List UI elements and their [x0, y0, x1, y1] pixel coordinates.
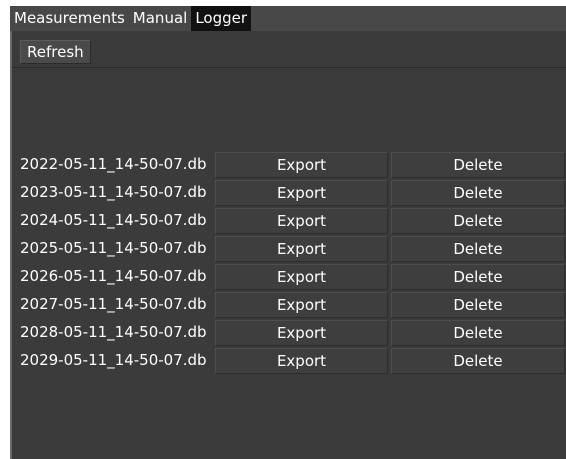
log-file-row: 2028-05-11_14-50-07.db Export Delete [20, 319, 566, 347]
log-file-row: 2024-05-11_14-50-07.db Export Delete [20, 207, 566, 235]
delete-button[interactable]: Delete [391, 236, 565, 262]
log-file-list: 2022-05-11_14-50-07.db Export Delete 202… [20, 151, 566, 375]
log-file-row: 2029-05-11_14-50-07.db Export Delete [20, 347, 566, 375]
log-file-name: 2028-05-11_14-50-07.db [20, 323, 207, 341]
refresh-button[interactable]: Refresh [20, 40, 91, 64]
log-file-name: 2026-05-11_14-50-07.db [20, 267, 207, 285]
log-file-name: 2025-05-11_14-50-07.db [20, 239, 207, 257]
export-button[interactable]: Export [215, 236, 388, 262]
logger-toolbar: Refresh [12, 31, 566, 68]
log-file-row: 2025-05-11_14-50-07.db Export Delete [20, 235, 566, 263]
delete-button[interactable]: Delete [391, 180, 565, 206]
tab-measurements[interactable]: Measurements [10, 6, 129, 31]
export-button[interactable]: Export [215, 264, 388, 290]
logger-panel: Refresh 2022-05-11_14-50-07.db Export De… [10, 31, 566, 459]
log-file-name: 2029-05-11_14-50-07.db [20, 351, 207, 369]
export-button[interactable]: Export [215, 348, 388, 374]
export-button[interactable]: Export [215, 320, 388, 346]
log-file-row: 2022-05-11_14-50-07.db Export Delete [20, 151, 566, 179]
delete-button[interactable]: Delete [391, 292, 565, 318]
log-file-name: 2022-05-11_14-50-07.db [20, 155, 207, 173]
export-button[interactable]: Export [215, 208, 388, 234]
export-button[interactable]: Export [215, 180, 388, 206]
delete-button[interactable]: Delete [391, 264, 565, 290]
log-file-name: 2024-05-11_14-50-07.db [20, 211, 207, 229]
tab-manual[interactable]: Manual [129, 6, 192, 31]
log-file-name: 2023-05-11_14-50-07.db [20, 183, 207, 201]
log-file-row: 2023-05-11_14-50-07.db Export Delete [20, 179, 566, 207]
log-file-row: 2027-05-11_14-50-07.db Export Delete [20, 291, 566, 319]
export-button[interactable]: Export [215, 152, 388, 178]
delete-button[interactable]: Delete [391, 208, 565, 234]
log-file-row: 2026-05-11_14-50-07.db Export Delete [20, 263, 566, 291]
tab-bar: Measurements Manual Logger [10, 6, 566, 31]
delete-button[interactable]: Delete [391, 152, 565, 178]
delete-button[interactable]: Delete [391, 348, 565, 374]
log-file-name: 2027-05-11_14-50-07.db [20, 295, 207, 313]
app-window: Measurements Manual Logger Refresh 2022-… [10, 6, 566, 459]
delete-button[interactable]: Delete [391, 320, 565, 346]
export-button[interactable]: Export [215, 292, 388, 318]
tab-logger[interactable]: Logger [191, 6, 252, 31]
